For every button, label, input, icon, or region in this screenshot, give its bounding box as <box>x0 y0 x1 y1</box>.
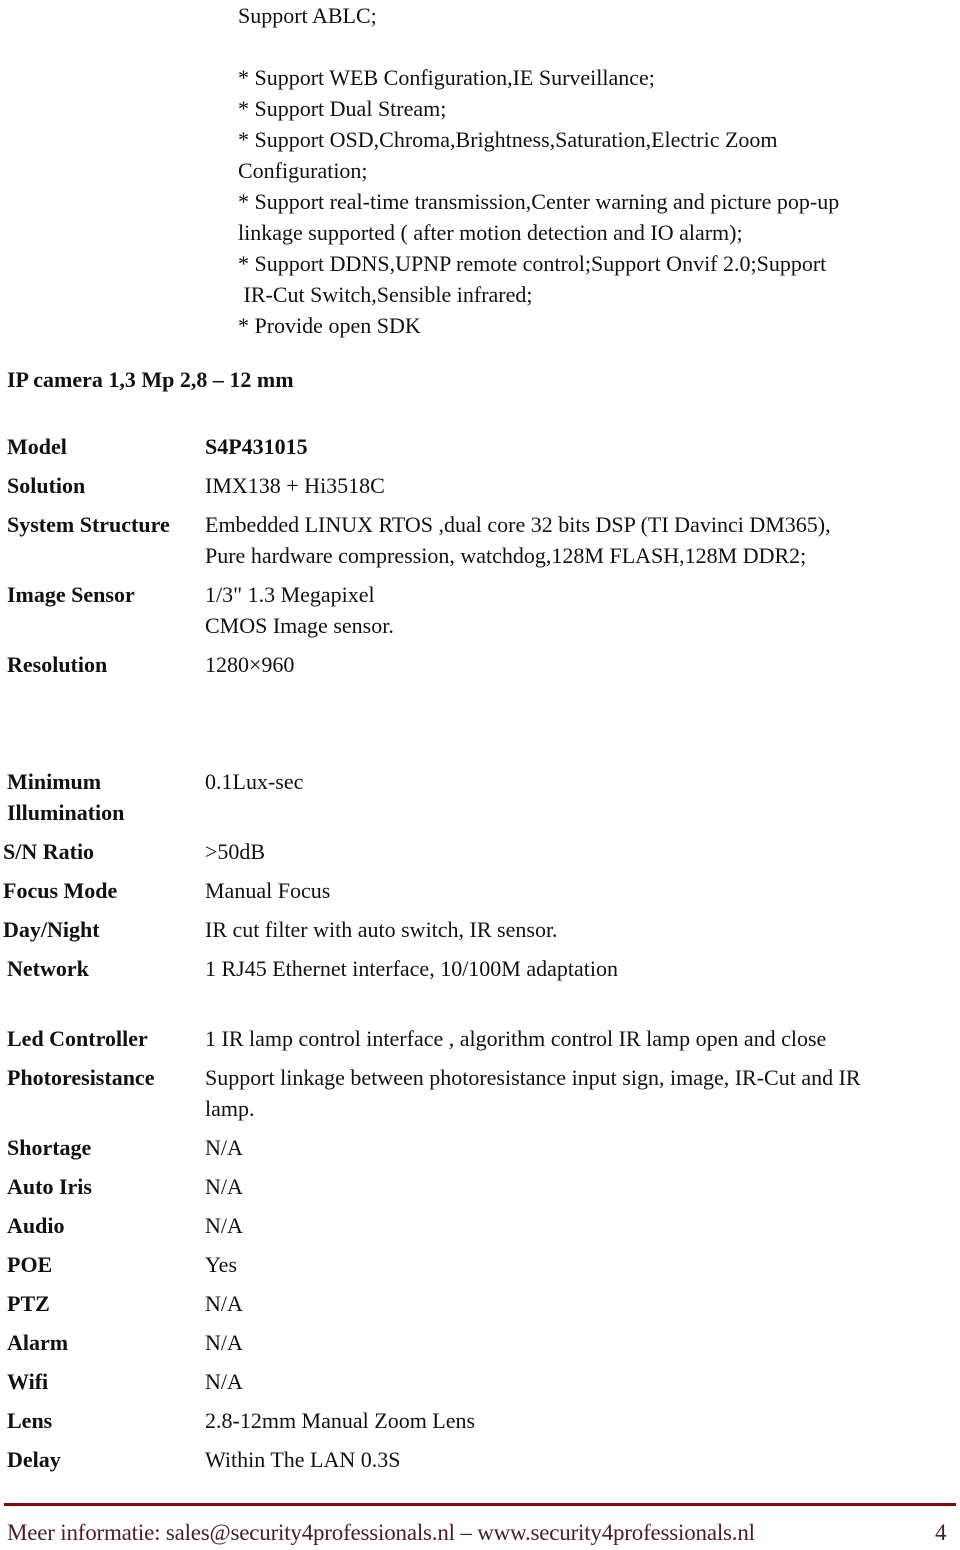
spec-label: Auto Iris <box>7 1174 92 1199</box>
spec-label: Resolution <box>7 652 108 677</box>
spec-label: Minimum <box>7 769 102 794</box>
spec-value: Manual Focus <box>205 878 331 903</box>
spec-label: PTZ <box>7 1291 50 1316</box>
spec-value: N/A <box>205 1330 243 1355</box>
spec-value: Within The LAN 0.3S <box>205 1447 401 1472</box>
spec-value: S4P431015 <box>205 434 308 459</box>
spec-label: Audio <box>7 1213 65 1238</box>
spec-value: 0.1Lux-sec <box>205 769 304 794</box>
spec-label: Led Controller <box>7 1026 148 1051</box>
spec-value: N/A <box>205 1174 243 1199</box>
feature-line: * Support DDNS,UPNP remote control;Suppo… <box>238 251 827 276</box>
footer-contact: Meer informatie: sales@security4professi… <box>7 1520 755 1545</box>
spec-label: Image Sensor <box>7 582 135 607</box>
page-number: 4 <box>935 1520 947 1545</box>
spec-value: N/A <box>205 1369 243 1394</box>
feature-line: Configuration; <box>238 158 368 183</box>
spec-value: 2.8-12mm Manual Zoom Lens <box>205 1408 476 1433</box>
spec-label: Model <box>7 434 67 459</box>
spec-label: Alarm <box>7 1330 69 1355</box>
spec-value: Pure hardware compression, watchdog,128M… <box>205 543 807 568</box>
spec-label: Shortage <box>7 1135 92 1160</box>
feature-line: * Support OSD,Chroma,Brightness,Saturati… <box>238 127 778 152</box>
spec-value: N/A <box>205 1135 243 1160</box>
spec-label: Solution <box>7 473 86 498</box>
feature-list: Support ABLC; * Support WEB Configuratio… <box>238 0 839 341</box>
spec-label: Delay <box>7 1447 61 1472</box>
footer-divider <box>4 1503 956 1506</box>
spec-value: 1280×960 <box>205 652 295 677</box>
spec-label: Network <box>7 956 89 981</box>
spec-value: IMX138 + Hi3518C <box>205 473 385 498</box>
spec-value: Yes <box>205 1252 238 1277</box>
spec-value: 1/3" 1.3 Megapixel <box>205 582 375 607</box>
spec-value: >50dB <box>205 839 266 864</box>
spec-value: 1 RJ45 Ethernet interface, 10/100M adapt… <box>205 956 618 981</box>
spec-label: Focus Mode <box>3 878 118 903</box>
spec-value: Support linkage between photoresistance … <box>205 1065 861 1090</box>
spec-value: lamp. <box>205 1096 255 1121</box>
spec-label: Lens <box>7 1408 53 1433</box>
spec-label: Wifi <box>7 1369 49 1394</box>
feature-line: Support ABLC; <box>238 3 377 28</box>
spec-value: CMOS Image sensor. <box>205 613 394 638</box>
feature-line <box>238 31 839 62</box>
feature-line: * Support Dual Stream; <box>238 96 447 121</box>
spec-label: Day/Night <box>3 917 100 942</box>
spec-label: POE <box>7 1252 53 1277</box>
feature-line: * Support WEB Configuration,IE Surveilla… <box>238 65 655 90</box>
product-heading: IP camera 1,3 Mp 2,8 – 12 mm <box>7 367 294 392</box>
spec-label: System Structure <box>7 512 170 537</box>
spec-value: 1 IR lamp control interface , algorithm … <box>205 1026 827 1051</box>
spec-value: IR cut filter with auto switch, IR senso… <box>205 917 558 942</box>
feature-line: linkage supported ( after motion detecti… <box>238 220 743 245</box>
spec-value: N/A <box>205 1291 243 1316</box>
spec-label: Illumination <box>7 800 125 825</box>
spec-value: N/A <box>205 1213 243 1238</box>
spec-value: Embedded LINUX RTOS ,dual core 32 bits D… <box>205 512 831 537</box>
spec-label: S/N Ratio <box>3 839 95 864</box>
feature-line: IR-Cut Switch,Sensible infrared; <box>238 282 533 307</box>
feature-line: * Support real-time transmission,Center … <box>238 189 840 214</box>
spec-label: Photoresistance <box>7 1065 155 1090</box>
feature-line: * Provide open SDK <box>238 313 421 338</box>
